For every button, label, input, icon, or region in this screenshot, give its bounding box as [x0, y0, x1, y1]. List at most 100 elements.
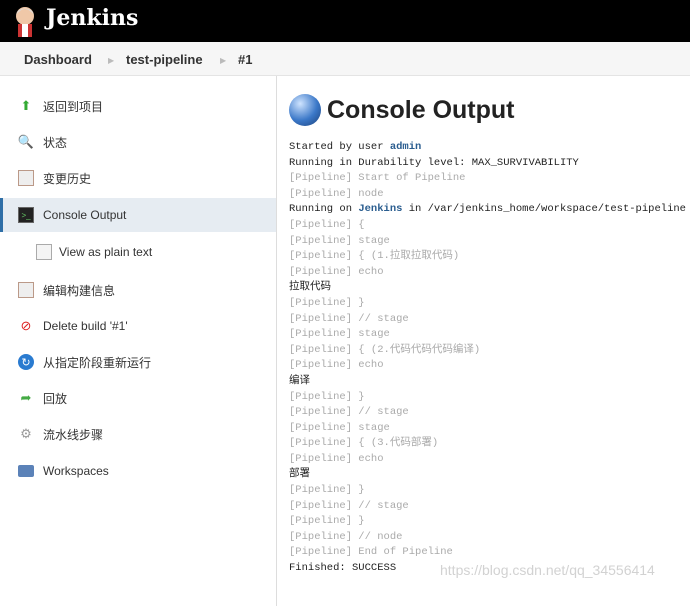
- sidebar-item-workspaces[interactable]: Workspaces: [0, 454, 276, 488]
- console-line: [Pipeline] }: [289, 296, 686, 312]
- console-line: [Pipeline] // stage: [289, 312, 686, 328]
- console-line: [Pipeline] }: [289, 390, 686, 406]
- console-text: [Pipeline] echo: [289, 265, 384, 278]
- console-text: [Pipeline] { (1.拉取拉取代码): [289, 250, 460, 263]
- sidebar-item-label: 回放: [43, 391, 68, 406]
- console-line: [Pipeline] stage: [289, 234, 686, 250]
- console-line: [Pipeline] End of Pipeline: [289, 545, 686, 561]
- sidebar-item-pipeline-steps[interactable]: ⚙ 流水线步骤: [0, 417, 276, 451]
- breadcrumb-test-pipeline[interactable]: test-pipeline: [126, 52, 203, 67]
- breadcrumb-dashboard[interactable]: Dashboard: [24, 52, 92, 67]
- sidebar-item-view-plain-text[interactable]: View as plain text: [0, 235, 276, 269]
- console-text: [Pipeline] { (3.代码部署): [289, 437, 439, 450]
- console-text: [Pipeline] // node: [289, 530, 403, 543]
- console-line: [Pipeline] stage: [289, 327, 686, 343]
- header: Jenkins: [0, 0, 690, 42]
- brand-name[interactable]: Jenkins: [46, 5, 138, 31]
- console-text: [Pipeline] stage: [289, 234, 390, 247]
- up-arrow-icon: ⬆: [20, 98, 32, 113]
- console-link[interactable]: Jenkins: [358, 203, 402, 215]
- console-text: [Pipeline] }: [289, 390, 365, 403]
- console-text: [Pipeline] Start of Pipeline: [289, 172, 466, 185]
- sidebar-item-label: Workspaces: [43, 464, 109, 478]
- console-line: [Pipeline] echo: [289, 358, 686, 374]
- sidebar-item-label: Console Output: [43, 208, 127, 222]
- folder-icon: [18, 463, 34, 479]
- console-text: [Pipeline] // stage: [289, 312, 409, 325]
- console-line: [Pipeline] stage: [289, 421, 686, 437]
- console-line: [Pipeline] // node: [289, 530, 686, 546]
- console-link[interactable]: admin: [390, 141, 422, 153]
- sidebar-item-restart-from-stage[interactable]: ↻ 从指定阶段重新运行: [0, 345, 276, 379]
- console-text: [Pipeline] }: [289, 515, 365, 528]
- console-text: 部署: [289, 468, 310, 481]
- console-line: [Pipeline] node: [289, 187, 686, 203]
- console-text: [Pipeline] echo: [289, 359, 384, 372]
- console-text: [Pipeline] stage: [289, 421, 390, 434]
- console-text: Finished: SUCCESS: [289, 562, 397, 575]
- sidebar-item-edit-build-info[interactable]: 编辑构建信息: [0, 273, 276, 307]
- console-line: Running in Durability level: MAX_SURVIVA…: [289, 156, 686, 172]
- console-text: [Pipeline] node: [289, 187, 384, 200]
- replay-arrow-icon: ➦: [20, 390, 32, 405]
- refresh-icon: ↻: [18, 354, 34, 370]
- console-text: [Pipeline] // stage: [289, 499, 409, 512]
- console-text: Started by user: [289, 141, 390, 153]
- breadcrumb-build[interactable]: #1: [238, 52, 252, 67]
- sidebar-item-label: 返回到项目: [43, 99, 104, 114]
- sidebar-item-label: 变更历史: [43, 171, 92, 186]
- notepad-icon: [18, 282, 34, 298]
- console-line: [Pipeline] // stage: [289, 405, 686, 421]
- sidebar-item-label: 状态: [43, 135, 68, 150]
- sidebar-item-replay[interactable]: ➦ 回放: [0, 381, 276, 415]
- console-line: [Pipeline] {: [289, 218, 686, 234]
- watermark: https://blog.csdn.net/qq_34556414: [440, 562, 655, 578]
- console-line: [Pipeline] echo: [289, 452, 686, 468]
- breadcrumb: Dashboard ▶ test-pipeline ▶ #1: [0, 42, 690, 76]
- blue-ball-status-icon: [289, 94, 321, 126]
- console-text: in /var/jenkins_home/workspace/test-pipe…: [402, 203, 686, 216]
- console-text: [Pipeline] { (2.代码代码代码编译): [289, 343, 481, 356]
- notepad-icon: [18, 170, 34, 186]
- console-line: Started by user admin: [289, 140, 686, 156]
- page-title: Console Output: [289, 94, 514, 126]
- document-icon: [36, 244, 52, 260]
- console-line: 编译: [289, 374, 686, 390]
- console-line: [Pipeline] Start of Pipeline: [289, 171, 686, 187]
- sidebar-item-console-output[interactable]: >_ Console Output: [0, 198, 276, 232]
- console-line: [Pipeline] { (1.拉取拉取代码): [289, 249, 686, 265]
- console-line: [Pipeline] // stage: [289, 499, 686, 515]
- console-line: Running on Jenkins in /var/jenkins_home/…: [289, 202, 686, 218]
- sidebar-item-status[interactable]: 🔍 状态: [0, 125, 276, 159]
- console-text: [Pipeline] }: [289, 296, 365, 309]
- console-text: [Pipeline] echo: [289, 452, 384, 465]
- sidebar-item-changes[interactable]: 变更历史: [0, 161, 276, 195]
- breadcrumb-separator-icon: ▶: [220, 56, 227, 65]
- console-log: Started by user admin Running in Durabili…: [289, 140, 686, 577]
- console-line: 拉取代码: [289, 280, 686, 296]
- page-title-text: Console Output: [327, 95, 515, 124]
- sidebar-item-label: 流水线步骤: [43, 427, 104, 442]
- sidebar-item-label: View as plain text: [59, 245, 153, 259]
- jenkins-logo-icon[interactable]: [12, 5, 38, 37]
- console-text: [Pipeline] }: [289, 484, 365, 497]
- console-text: [Pipeline] End of Pipeline: [289, 546, 453, 559]
- sidebar: ⬆ 返回到项目 🔍 状态 变更历史 >_ Console Output View as…: [0, 76, 277, 606]
- sidebar-item-label: Delete build '#1': [43, 319, 128, 333]
- console-text: 拉取代码: [289, 281, 331, 294]
- console-text: [Pipeline] {: [289, 218, 365, 231]
- no-entry-icon: ⊘: [20, 318, 32, 333]
- console-line: [Pipeline] echo: [289, 265, 686, 281]
- sidebar-item-delete-build[interactable]: ⊘ Delete build '#1': [0, 309, 276, 343]
- console-text: Running in Durability level: MAX_SURVIVA…: [289, 156, 579, 169]
- console-text: 编译: [289, 374, 310, 387]
- terminal-icon: >_: [18, 207, 34, 223]
- sidebar-item-label: 编辑构建信息: [43, 283, 116, 298]
- console-line: [Pipeline] { (3.代码部署): [289, 436, 686, 452]
- gear-icon: ⚙: [20, 426, 32, 441]
- search-icon: 🔍: [17, 134, 35, 149]
- console-text: [Pipeline] stage: [289, 328, 390, 341]
- sidebar-item-label: 从指定阶段重新运行: [43, 355, 152, 370]
- console-text: Running on: [289, 203, 359, 216]
- sidebar-item-back-to-project[interactable]: ⬆ 返回到项目: [0, 89, 276, 123]
